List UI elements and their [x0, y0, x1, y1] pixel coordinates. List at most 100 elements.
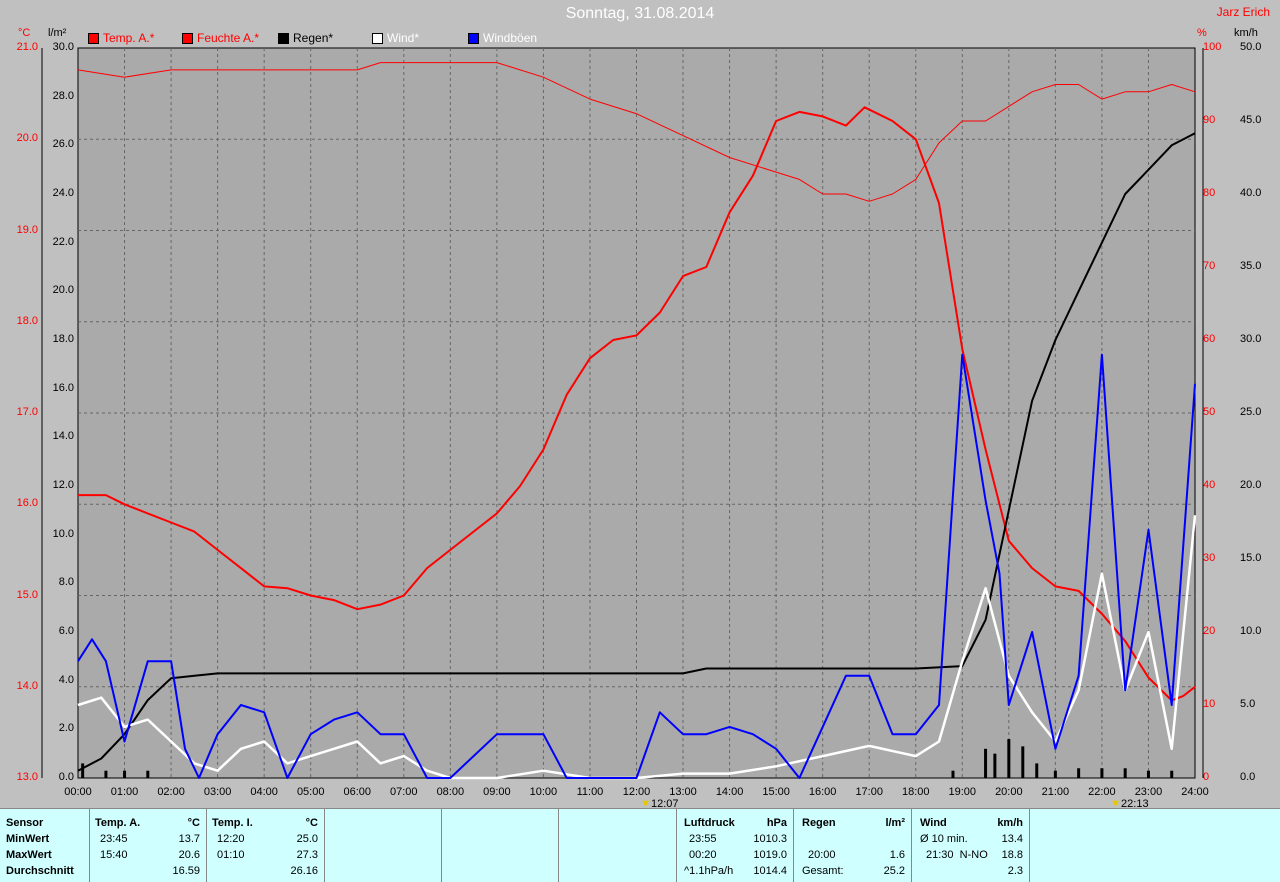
temp-a-column: Temp. A. °C 23:45 13.7 15:40 20.6 16.59 — [90, 809, 207, 882]
rain-bar — [984, 748, 988, 778]
humidity-tick-label: 60 — [1203, 333, 1216, 345]
wind-avg-label: Ø 10 min. — [920, 833, 968, 845]
wind-unit-label: km/h — [1234, 27, 1258, 39]
rain-tick-label: 22.0 — [52, 235, 74, 248]
humidity-tick-label: 100 — [1203, 41, 1222, 53]
rain-bar — [1021, 746, 1025, 778]
legend-swatch — [468, 32, 479, 44]
wind-unit: km/h — [997, 817, 1023, 829]
wind-tick-label: 5.0 — [1240, 698, 1256, 710]
legend-item: Temp. A.* — [88, 31, 154, 45]
wind-tick-label: 0.0 — [1240, 771, 1256, 783]
rain-tick-label: 18.0 — [52, 333, 74, 345]
wind-column: Wind km/h Ø 10 min. 13.4 21:30 N-NO 18.8… — [912, 809, 1030, 882]
temp-a-min-time: 23:45 — [100, 833, 128, 845]
weather-chart — [41, 47, 1204, 780]
legend-swatch — [278, 32, 289, 44]
x-tick-label: 11:00 — [576, 786, 604, 798]
pressure-max-time: 00:20 — [689, 849, 717, 861]
x-tick-label: 05:00 — [296, 786, 325, 798]
humidity-tick-label: 70 — [1203, 260, 1216, 272]
humidity-tick-label: 0 — [1203, 771, 1210, 783]
x-tick-label: 07:00 — [390, 786, 418, 798]
rain-tick-label: 2.0 — [58, 722, 74, 735]
rain-unit: l/m² — [885, 817, 905, 829]
rain-total-label: Gesamt: — [802, 865, 844, 877]
minwert-label: MinWert — [6, 833, 50, 845]
rain-bar — [1100, 768, 1104, 778]
temp-tick-label: 21.0 — [16, 41, 38, 53]
rain-tick-label: 12.0 — [52, 479, 74, 491]
temp-a-header: Temp. A. — [95, 817, 141, 829]
rain-bar — [1053, 770, 1057, 778]
x-tick-label: 10:00 — [529, 786, 558, 798]
rain-total-value: 25.2 — [883, 865, 905, 877]
temp-a-min-value: 13.7 — [178, 833, 200, 845]
temp-a-unit: °C — [187, 817, 200, 829]
wind-tick-label: 45.0 — [1240, 114, 1262, 126]
rain-bar — [81, 763, 85, 778]
x-tick-label: 06:00 — [343, 786, 372, 798]
temp-a-max-time: 15:40 — [100, 849, 128, 861]
temp-tick-label: 17.0 — [16, 406, 38, 418]
statistics-table: Sensor MinWert MaxWert Durchschnitt Temp… — [0, 808, 1280, 882]
rain-column: Regen l/m² 20:00 1.6 Gesamt: 25.2 — [794, 809, 912, 882]
rain-max-value: 1.6 — [889, 849, 905, 861]
wind-tick-label: 30.0 — [1240, 333, 1262, 345]
x-tick-label: 08:00 — [436, 786, 465, 798]
rain-tick-label: 28.0 — [52, 89, 74, 102]
legend-item: Windböen — [468, 31, 537, 45]
x-tick-label: 00:00 — [64, 786, 92, 798]
x-tick-label: 18:00 — [901, 786, 930, 798]
temp-tick-label: 20.0 — [16, 132, 38, 145]
rain-bar — [104, 770, 108, 778]
empty-column-1 — [325, 809, 442, 882]
rain-tick-label: 4.0 — [58, 673, 74, 686]
rain-tick-label: 6.0 — [58, 625, 74, 637]
wind-tick-label: 50.0 — [1240, 41, 1262, 53]
x-tick-label: 13:00 — [669, 786, 697, 798]
x-tick-label: 12:00 — [622, 786, 651, 798]
rain-tick-label: 0.0 — [58, 771, 74, 783]
temp-tick-label: 19.0 — [16, 223, 38, 236]
rain-unit-label: l/m² — [48, 27, 67, 39]
wind-max-time: 21:30 N-NO — [926, 849, 988, 861]
x-tick-label: 03:00 — [203, 786, 232, 798]
legend-item: Feuchte A.* — [182, 31, 259, 45]
wind-min-value: 2.3 — [1007, 865, 1023, 877]
humidity-tick-label: 80 — [1203, 187, 1216, 199]
rain-bar — [146, 770, 150, 778]
wind-tick-label: 15.0 — [1240, 552, 1262, 564]
temp-i-header: Temp. I. — [212, 817, 253, 829]
temp-tick-label: 16.0 — [16, 497, 38, 510]
rain-bar — [1007, 739, 1011, 778]
rain-tick-label: 26.0 — [52, 138, 74, 151]
temp-i-max-value: 27.3 — [296, 849, 318, 861]
x-tick-label: 22:00 — [1088, 786, 1116, 798]
pressure-column: Luftdruck hPa 23:55 1010.3 00:20 1019.0 … — [677, 809, 794, 882]
x-tick-label: 09:00 — [483, 786, 511, 798]
chart-area: Sonntag, 31.08.2014 Jarz Erich °C l/m² %… — [0, 0, 1280, 810]
pressure-unit: hPa — [766, 817, 787, 829]
rain-tick-label: 14.0 — [52, 430, 74, 443]
rain-bar — [1035, 763, 1039, 778]
temp-unit-label: °C — [18, 27, 31, 39]
empty-column-2 — [442, 809, 559, 882]
rain-tick-label: 8.0 — [58, 576, 74, 589]
humidity-unit-label: % — [1197, 27, 1207, 39]
x-tick-label: 04:00 — [250, 786, 278, 798]
rain-max-time: 20:00 — [808, 849, 836, 861]
humidity-tick-label: 20 — [1203, 625, 1216, 637]
pressure-header: Luftdruck — [684, 817, 735, 829]
rain-bar — [1146, 770, 1150, 778]
empty-column-3 — [559, 809, 677, 882]
x-tick-label: 15:00 — [762, 786, 790, 798]
sensor-column: Sensor MinWert MaxWert Durchschnitt — [0, 809, 90, 882]
wind-tick-label: 40.0 — [1240, 187, 1262, 199]
x-tick-label: 23:00 — [1134, 786, 1163, 798]
temp-i-unit: °C — [305, 817, 318, 829]
wind-avg-value: 13.4 — [1001, 833, 1023, 845]
x-tick-label: 24:00 — [1181, 786, 1209, 798]
legend-swatch — [182, 32, 193, 44]
temp-i-column: Temp. I. °C 12:20 25.0 01:10 27.3 26.16 — [207, 809, 325, 882]
